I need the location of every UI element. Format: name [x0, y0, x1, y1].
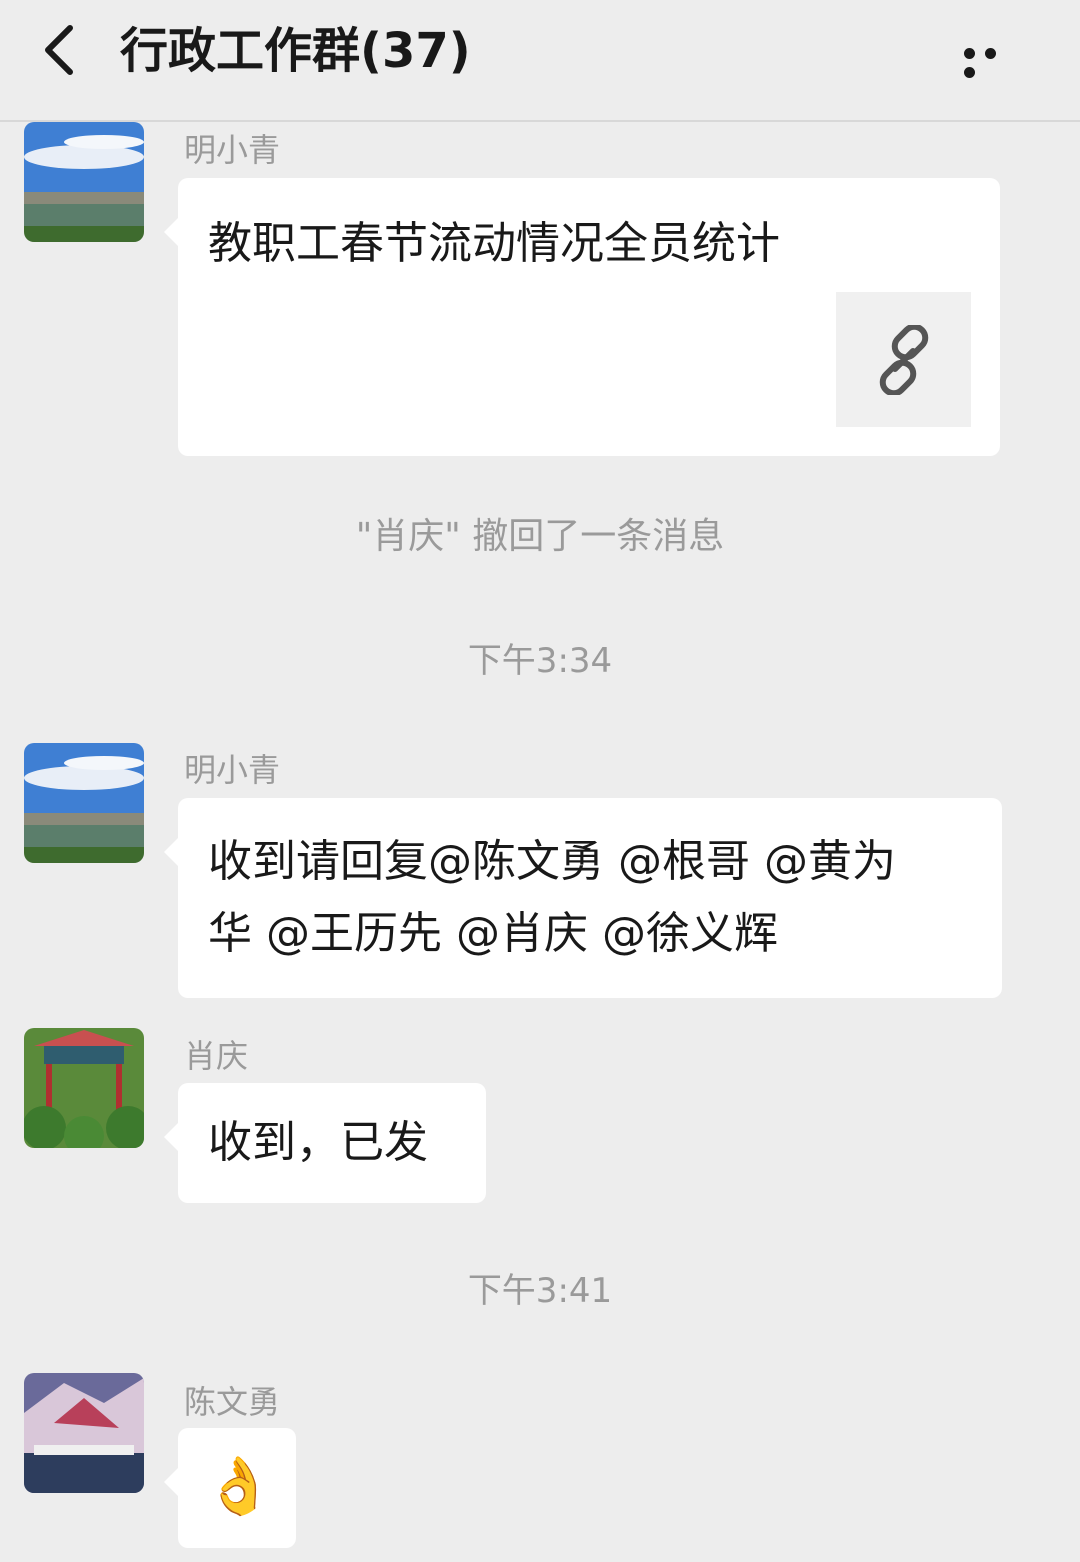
link-thumbnail: [836, 292, 971, 427]
link-card-title: 教职工春节流动情况全员统计: [208, 218, 780, 269]
ok-hand-emoji-icon: 👌: [204, 1454, 274, 1519]
sender-name: 明小青: [184, 751, 281, 789]
recall-notice: "肖庆" 撤回了一条消息: [355, 516, 725, 557]
emoji-message[interactable]: 👌: [164, 1428, 296, 1548]
sender-name: 肖庆: [184, 1037, 249, 1075]
timestamp: 下午3:34: [467, 641, 613, 681]
text-message[interactable]: 收到请回复@陈文勇 @根哥 @黄为 华 @王历先 @肖庆 @徐义辉: [164, 798, 1002, 998]
sender-name: 明小青: [184, 131, 281, 169]
avatar[interactable]: [24, 122, 144, 242]
link-card-message[interactable]: 教职工春节流动情况全员统计: [164, 178, 1000, 456]
avatar[interactable]: [24, 1028, 144, 1148]
avatar[interactable]: [24, 743, 144, 863]
back-arrow-icon[interactable]: [36, 20, 86, 80]
sender-name: 陈文勇: [184, 1383, 281, 1421]
more-options-icon[interactable]: [964, 44, 1024, 78]
chat-header: 行政工作群(37): [0, 0, 1080, 122]
message-line: 收到请回复@陈文勇 @根哥 @黄为: [208, 836, 896, 887]
text-message[interactable]: 收到，已发: [164, 1083, 486, 1203]
message-text: 收到，已发: [208, 1117, 428, 1168]
message-line: 华 @王历先 @肖庆 @徐义辉: [208, 908, 778, 959]
avatar[interactable]: [24, 1373, 144, 1493]
chat-title: 行政工作群(37): [120, 23, 471, 79]
timestamp: 下午3:41: [467, 1271, 613, 1311]
link-icon: [879, 324, 928, 395]
